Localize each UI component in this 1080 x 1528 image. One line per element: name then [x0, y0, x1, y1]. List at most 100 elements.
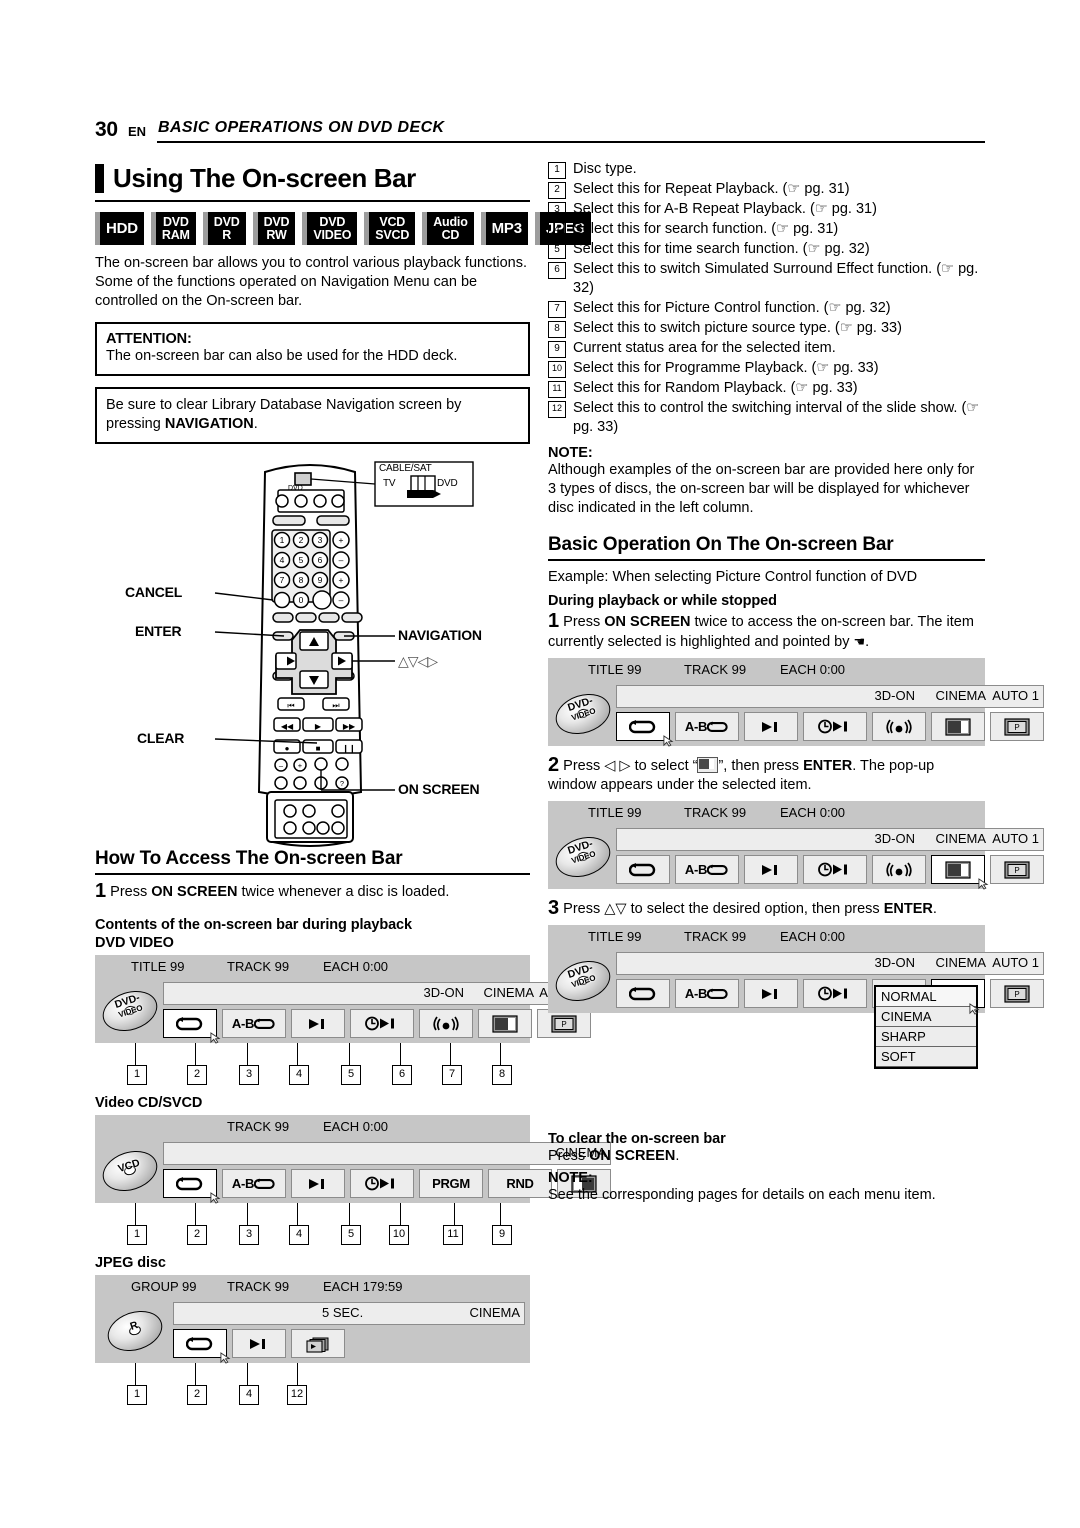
picture-control-icon-button[interactable]: [931, 712, 985, 741]
onscreen-bar-jpeg: GROUP 99 TRACK 99 EACH 179:59 R 5 SEC. C…: [95, 1275, 530, 1407]
callout: 11: [443, 1225, 463, 1245]
repeat-icon-button[interactable]: [616, 712, 674, 747]
badge-line: R: [222, 227, 232, 242]
step-number: 1: [548, 610, 560, 632]
slide-show-icon-button[interactable]: [291, 1329, 345, 1358]
popup-option-soft[interactable]: SOFT: [876, 1047, 976, 1067]
step-pre: Press ◁ ▷ to select “: [563, 758, 698, 774]
source-type-icon-button[interactable]: P: [990, 855, 1044, 884]
item-number: 4: [548, 222, 566, 239]
rnd-label: RND: [506, 1176, 534, 1191]
basic-operation-rule: [548, 559, 985, 561]
surround-sound-icon: [886, 719, 912, 733]
ab-label: A-B: [231, 1176, 255, 1191]
popup-option-cinema[interactable]: CINEMA: [876, 1007, 976, 1027]
osb-top-row: TITLE 99 TRACK 99 EACH 0:00: [95, 955, 530, 977]
repeat-icon-button[interactable]: [616, 979, 670, 1008]
time-search-icon-button[interactable]: [350, 1169, 414, 1198]
programme-button[interactable]: PRGM: [419, 1169, 483, 1198]
time-search-icon-button[interactable]: [803, 855, 867, 884]
onscreen-bar-video-cd: TRACK 99 EACH 0:00 VCD CINEMA A-B PRGM R…: [95, 1115, 611, 1247]
osb-field-title: TITLE 99: [588, 928, 642, 944]
time-search-icon-button[interactable]: [803, 712, 867, 741]
badge-line: DVD: [319, 214, 346, 229]
surround-icon-button[interactable]: [872, 712, 926, 741]
ab-repeat-icon-button[interactable]: A-B: [675, 979, 739, 1008]
ab-repeat-icon-button[interactable]: A-B: [222, 1009, 286, 1038]
picture-control-icon-button[interactable]: [478, 1009, 532, 1038]
osb-field-each: EACH 0:00: [780, 928, 846, 944]
list-item: 9 Current status area for the selected it…: [548, 339, 985, 358]
time-search-icon-button[interactable]: [803, 979, 867, 1008]
ab-repeat-icon-button[interactable]: A-B: [675, 712, 739, 741]
repeat-icon-button[interactable]: [163, 1009, 221, 1044]
status-source: AUTO 1: [992, 688, 1039, 703]
item-text: Current status area for the selected ite…: [573, 340, 836, 356]
osb-status-row: 3D-ON CINEMA AUTO 1: [163, 982, 591, 1005]
popup-option-normal[interactable]: NORMAL: [876, 987, 976, 1007]
popup-option-sharp[interactable]: SHARP: [876, 1027, 976, 1047]
osb-field-track: TRACK 99: [227, 1118, 290, 1134]
list-item: 2 Select this for Repeat Playback. (☞ pg.…: [548, 180, 985, 199]
osb-status-row: 5 SEC. CINEMA: [173, 1302, 525, 1325]
search-skip-icon: [309, 1018, 324, 1029]
badge-line: DVD: [213, 214, 240, 229]
badge-line: RAM: [161, 227, 190, 242]
search-icon-button[interactable]: [744, 712, 798, 741]
search-icon-button[interactable]: [291, 1169, 345, 1198]
list-item: 6 Select this to switch Simulated Surroun…: [548, 260, 985, 298]
status-3d: 3D-ON: [874, 831, 915, 846]
how-to-access-title: How To Access The On-screen Bar: [95, 848, 403, 869]
osb-field-track: TRACK 99: [684, 661, 747, 677]
svg-text:+: +: [339, 575, 344, 585]
surround-icon-button[interactable]: [419, 1009, 473, 1038]
remote-control-diagram: DVD 123 456 789 0 + – + – ⏮ ⏭ ◀◀ ▶ ▶▶ ● …: [95, 450, 530, 848]
search-icon-button[interactable]: [744, 855, 798, 884]
ab-repeat-icon-button[interactable]: A-B: [222, 1169, 286, 1198]
item-text: Select this to control the switching int…: [573, 400, 980, 435]
picture-control-popup[interactable]: NORMAL CINEMA SHARP SOFT: [874, 985, 980, 1069]
on-screen-label: ON SCREEN: [398, 781, 480, 797]
osb-right: 3D-ON CINEMA AUTO 1 A-B: [163, 982, 591, 1044]
step-pre: Press: [563, 614, 605, 630]
svg-text:5: 5: [299, 555, 304, 565]
random-button[interactable]: RND: [488, 1169, 552, 1198]
source-type-icon-button[interactable]: P: [990, 712, 1044, 741]
source-type-icon: P: [1004, 984, 1030, 1003]
item-number: 1: [548, 162, 566, 179]
badge-line: VCD: [379, 214, 406, 229]
search-icon-button[interactable]: [232, 1329, 286, 1358]
osb-body: VCD CINEMA A-B PRGM RND: [95, 1137, 611, 1204]
surround-icon-button[interactable]: [872, 855, 926, 884]
item-text: Select this for Repeat Playback. (☞ pg. …: [573, 181, 850, 197]
cursor-pointer-icon: [978, 878, 989, 890]
status-source: AUTO 1: [992, 955, 1039, 970]
callout: 3: [239, 1065, 259, 1085]
disc-type-cell: DVD- VIDEO: [97, 982, 163, 1038]
osb-field-each: EACH 0:00: [780, 661, 846, 677]
source-type-icon-button[interactable]: P: [990, 979, 1044, 1008]
time-search-icon-button[interactable]: [350, 1009, 414, 1038]
ab-label: A-B: [231, 1016, 255, 1031]
svg-text:▶▶: ▶▶: [343, 722, 356, 731]
time-search-icon: [365, 1016, 394, 1031]
search-icon-button[interactable]: [291, 1009, 345, 1038]
svg-text:1: 1: [280, 535, 285, 545]
step-number: 3: [548, 897, 560, 919]
badge-line: SVCD: [375, 227, 410, 242]
callout: 3: [239, 1225, 259, 1245]
search-icon-button[interactable]: [744, 979, 798, 1008]
search-skip-icon: [762, 721, 777, 732]
repeat-icon-button[interactable]: [616, 855, 670, 884]
callout: 12: [287, 1385, 307, 1405]
time-search-icon: [818, 719, 847, 734]
ab-repeat-icon-button[interactable]: A-B: [675, 855, 739, 884]
picture-control-icon-button[interactable]: [931, 855, 989, 890]
search-skip-icon: [309, 1178, 324, 1189]
svg-text:P: P: [1014, 723, 1019, 732]
item-text: Select this for Picture Control function…: [573, 300, 891, 316]
source-type-icon: P: [1004, 717, 1030, 736]
repeat-icon-button[interactable]: [173, 1329, 231, 1364]
osb-field-each: EACH 0:00: [780, 804, 846, 820]
repeat-icon-button[interactable]: [163, 1169, 221, 1204]
